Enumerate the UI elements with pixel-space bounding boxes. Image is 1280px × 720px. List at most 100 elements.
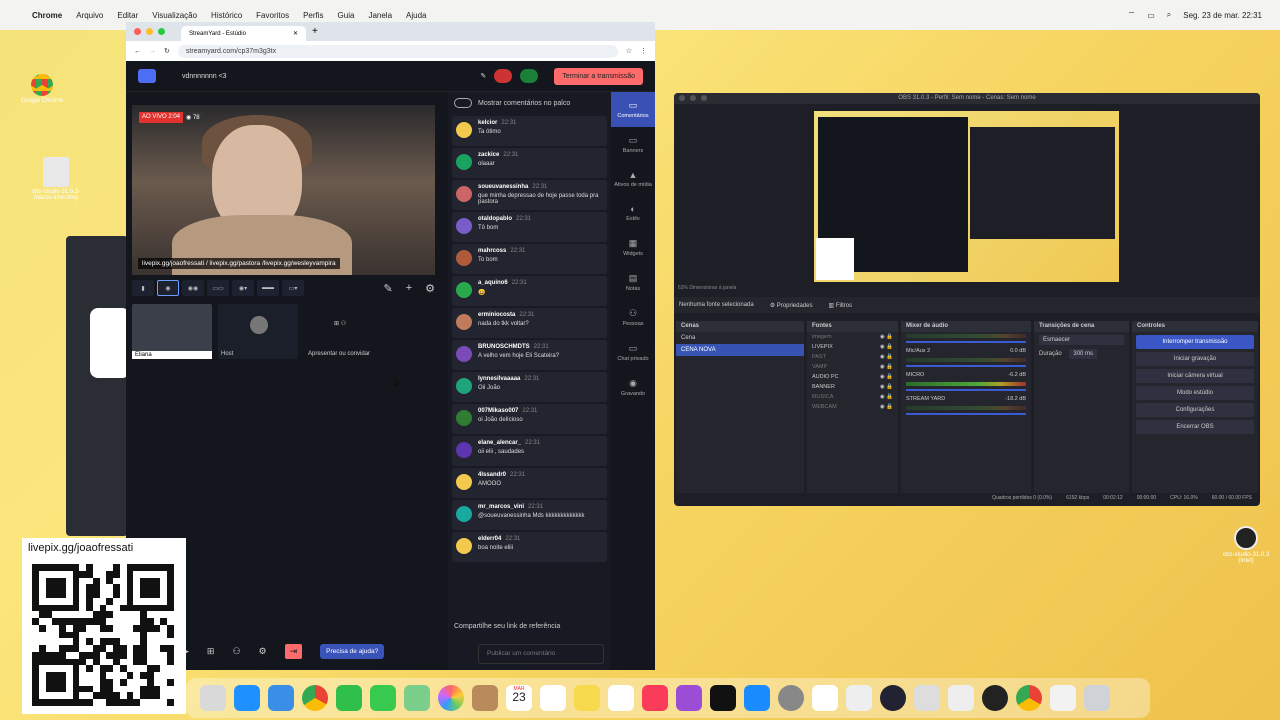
contacts-icon[interactable] bbox=[472, 685, 498, 711]
transition-select[interactable]: Esmaecer bbox=[1034, 332, 1129, 348]
chat-message[interactable]: a_aquino6 22:31 😀 bbox=[452, 276, 607, 306]
mail-icon[interactable] bbox=[268, 685, 294, 711]
layout-single-icon[interactable]: ▮ bbox=[132, 280, 154, 296]
chat-message[interactable]: mahrcoss 22:31 To bom bbox=[452, 244, 607, 274]
back-icon[interactable]: ← bbox=[134, 48, 141, 55]
settings-button[interactable]: Configurações bbox=[1136, 403, 1254, 417]
tv-icon[interactable] bbox=[710, 685, 736, 711]
share-screen-icon[interactable]: ⊞ bbox=[207, 646, 215, 657]
chat-message[interactable]: erminiocosta 22:31 nada do tkk voltar? bbox=[452, 308, 607, 338]
system-settings-icon[interactable] bbox=[778, 685, 804, 711]
chat-message[interactable]: otaldopablo 22:31 Tô bom bbox=[452, 212, 607, 242]
close-window-button[interactable] bbox=[134, 28, 141, 35]
eye-icon[interactable]: ◉ 🔒 bbox=[880, 334, 893, 340]
layout-grid-icon[interactable]: ▭▭ bbox=[207, 280, 229, 296]
filters-button[interactable]: ▥ Filtros bbox=[828, 302, 852, 309]
resize-option[interactable]: Dimensionar à janela bbox=[689, 285, 736, 291]
forward-icon[interactable]: → bbox=[149, 48, 156, 55]
wifi-icon[interactable]: ⌔ bbox=[1128, 10, 1136, 20]
freeform-icon[interactable] bbox=[608, 685, 634, 711]
help-button[interactable]: Precisa de ajuda? bbox=[320, 643, 385, 659]
scene-item[interactable]: Cena bbox=[676, 332, 804, 344]
participant-tile[interactable]: Eliana bbox=[132, 304, 212, 359]
sidebar-item-style[interactable]: ◐ Estilo bbox=[611, 196, 655, 230]
bookmark-star-icon[interactable]: ☆ bbox=[626, 47, 632, 55]
eye-icon[interactable]: ◉ 🔒 bbox=[880, 364, 893, 370]
close-window-button[interactable] bbox=[679, 95, 685, 101]
menu-item[interactable]: Histórico bbox=[211, 11, 242, 20]
sidebar-item-comments[interactable]: ▭ Comentários bbox=[611, 92, 655, 127]
show-comments-toggle[interactable] bbox=[454, 98, 472, 108]
source-item[interactable]: WEBCAM ◉ 🔒 bbox=[807, 402, 898, 412]
new-tab-icon[interactable]: + bbox=[312, 26, 318, 37]
start-virtual-camera-button[interactable]: Iniciar câmera virtual bbox=[1136, 369, 1254, 383]
layout-solo-icon[interactable]: ◉ bbox=[157, 280, 179, 296]
desktop-icon-obs[interactable]: obs-studio-31.0.3 (Intel) bbox=[1216, 526, 1276, 564]
textedit-icon[interactable] bbox=[948, 685, 974, 711]
safari-icon[interactable] bbox=[234, 685, 260, 711]
avatar[interactable] bbox=[494, 69, 513, 83]
close-tab-icon[interactable]: ✕ bbox=[293, 30, 298, 37]
music-icon[interactable] bbox=[642, 685, 668, 711]
eye-icon[interactable]: ◉ 🔒 bbox=[880, 384, 893, 390]
studio-mode-button[interactable]: Modo estúdio bbox=[1136, 386, 1254, 400]
properties-button[interactable]: ⚙ Propriedades bbox=[770, 302, 813, 309]
chat-message[interactable]: soueuvanessinha 22:31 que minha depressao … bbox=[452, 180, 607, 210]
volume-slider[interactable] bbox=[906, 341, 1026, 343]
exit-button[interactable]: Encerrar OBS bbox=[1136, 420, 1254, 434]
menu-item[interactable]: Perfis bbox=[303, 11, 323, 20]
chat-message[interactable]: lynnesilvaaaaa 22:31 Oii João bbox=[452, 372, 607, 402]
layout-screen-icon[interactable]: ▭▾ bbox=[282, 280, 304, 296]
chat-message[interactable]: elderr04 22:31 boa noite eliii bbox=[452, 532, 607, 562]
menu-item[interactable]: Visualização bbox=[152, 11, 197, 20]
source-item[interactable]: MUSICA ◉ 🔒 bbox=[807, 392, 898, 402]
invite-tile[interactable]: ⊞ ⚇ Apresentar ou convidar bbox=[304, 304, 384, 359]
battery-icon[interactable]: ▭ bbox=[1147, 11, 1155, 20]
zoom-level[interactable]: 63% bbox=[678, 285, 688, 291]
start-recording-button[interactable]: Iniciar gravação bbox=[1136, 352, 1254, 366]
maps-icon[interactable] bbox=[404, 685, 430, 711]
chat-message[interactable]: 007Mikaso007 22:31 oi João delícioso bbox=[452, 404, 607, 434]
duration-input[interactable]: 300 ms bbox=[1069, 349, 1098, 359]
maximize-window-button[interactable] bbox=[158, 28, 165, 35]
source-item[interactable]: imagem ◉ 🔒 bbox=[807, 332, 898, 342]
avatar[interactable] bbox=[520, 69, 539, 83]
menu-item[interactable]: Favoritos bbox=[256, 11, 289, 20]
trash-icon[interactable] bbox=[1084, 685, 1110, 711]
layout-thin-icon[interactable]: ▬▬ bbox=[257, 280, 279, 296]
reload-icon[interactable]: ↻ bbox=[164, 47, 170, 55]
scene-item[interactable]: CENA NOVA bbox=[676, 344, 804, 356]
photos-icon[interactable] bbox=[438, 685, 464, 711]
obs-preview[interactable] bbox=[814, 111, 1119, 282]
chrome-icon[interactable] bbox=[1016, 685, 1042, 711]
sidebar-item-people[interactable]: ⚇ Pessoas bbox=[611, 300, 655, 335]
obs-icon[interactable] bbox=[982, 685, 1008, 711]
desktop-icon-chrome[interactable]: Google Chrome bbox=[12, 74, 72, 104]
notes-icon[interactable] bbox=[574, 685, 600, 711]
chrome-icon[interactable] bbox=[302, 685, 328, 711]
volume-slider[interactable] bbox=[906, 365, 1026, 367]
app-store-icon[interactable] bbox=[744, 685, 770, 711]
leave-studio-icon[interactable]: ⇥ bbox=[284, 643, 303, 659]
layout-group-icon[interactable]: ◉◉ bbox=[182, 280, 204, 296]
desktop-icon-dmg[interactable]: obs-studio-31.0.3-macos-intel.dmg bbox=[26, 157, 86, 201]
menu-app[interactable]: Chrome bbox=[32, 11, 62, 20]
source-item[interactable]: BANNER ◉ 🔒 bbox=[807, 382, 898, 392]
minimize-window-button[interactable] bbox=[146, 28, 153, 35]
message-list[interactable]: kelcior 22:31 Ta ótimo zackice 22:31 olaaar … bbox=[448, 114, 611, 579]
sidebar-item-notes[interactable]: ▤ Notas bbox=[611, 265, 655, 300]
end-broadcast-button[interactable]: Terminar a transmissão bbox=[554, 67, 643, 85]
settings-icon[interactable]: ⚙ bbox=[425, 282, 435, 295]
calendar-icon[interactable]: MAR 23 bbox=[506, 685, 532, 711]
messages-icon[interactable] bbox=[370, 685, 396, 711]
capcut-icon[interactable] bbox=[812, 685, 838, 711]
facetime-icon[interactable] bbox=[336, 685, 362, 711]
preview-icon[interactable] bbox=[914, 685, 940, 711]
participant-tile[interactable]: Host bbox=[218, 304, 298, 359]
eye-icon[interactable]: ◉ 🔒 bbox=[880, 394, 893, 400]
more-icon[interactable]: ⋮ bbox=[640, 47, 647, 55]
maximize-window-button[interactable] bbox=[701, 95, 707, 101]
minimize-window-button[interactable] bbox=[690, 95, 696, 101]
browser-tab[interactable]: StreamYard - Estúdio ✕ bbox=[181, 26, 306, 41]
source-item[interactable]: VAMP ◉ 🔒 bbox=[807, 362, 898, 372]
